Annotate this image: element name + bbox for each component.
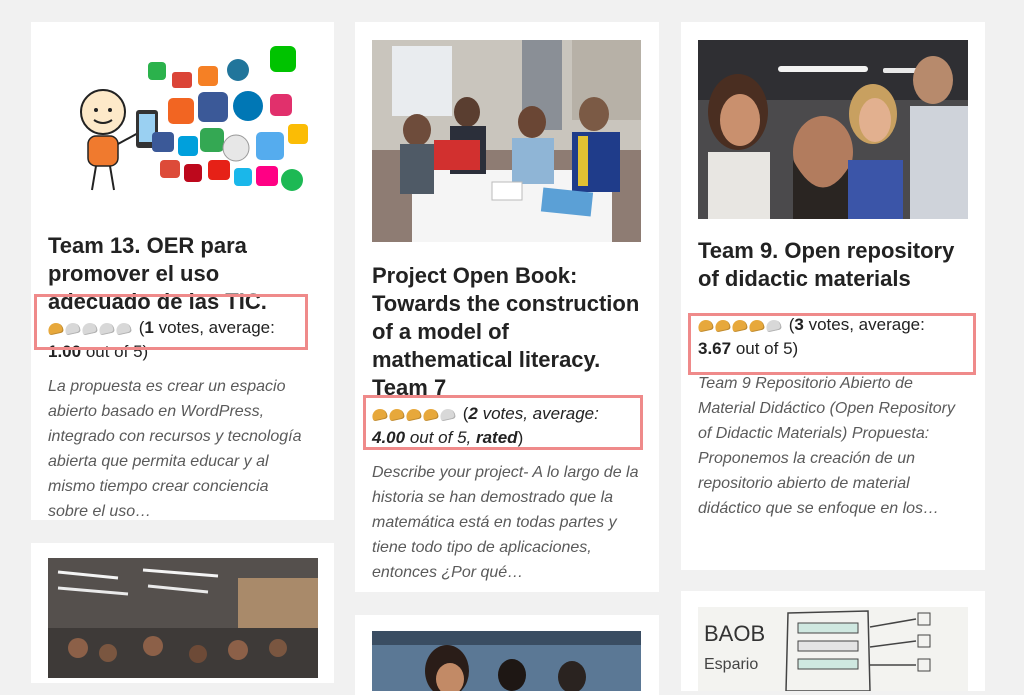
rating-star-icon[interactable] xyxy=(697,318,714,333)
rating-star-icon[interactable] xyxy=(371,407,388,422)
social-media-illustration xyxy=(80,46,308,191)
rating-star-icon[interactable] xyxy=(98,321,115,336)
rating-average: 3.67 xyxy=(698,339,732,358)
rating-votes: 2 xyxy=(468,404,478,423)
rating-votes-label: votes, average: xyxy=(803,315,925,334)
post-thumbnail-team9-selfie[interactable] xyxy=(698,40,968,219)
post-excerpt: Team 9 Repositorio Abierto de Material D… xyxy=(698,375,955,517)
rating-votes-label: votes, average: xyxy=(477,404,599,423)
team-photo-meeting xyxy=(372,40,641,242)
rating-rated-label: rated xyxy=(475,428,518,447)
rating-star-icon[interactable] xyxy=(81,321,98,336)
post-card-bottom-1 xyxy=(31,543,334,683)
rating-close-paren: ) xyxy=(517,428,524,447)
rating-star-icon[interactable] xyxy=(115,321,132,336)
team-selfie-photo xyxy=(698,40,968,219)
rating-out-of: out of 5) xyxy=(731,339,799,358)
rating-votes: 1 xyxy=(144,318,154,337)
rating-out-of: out of 5, xyxy=(405,428,476,447)
post-card-bottom-3: BAOB Espario xyxy=(681,591,985,691)
rating-star-icon[interactable] xyxy=(388,407,405,422)
rating-star-icon[interactable] xyxy=(714,318,731,333)
post-thumbnail-social-media[interactable] xyxy=(48,40,317,210)
rating-star-icon[interactable] xyxy=(422,407,439,422)
post-thumbnail-sketch[interactable]: BAOB Espario xyxy=(698,607,968,691)
rating-star-icon[interactable] xyxy=(64,321,81,336)
rating-average: 1.00 xyxy=(48,342,82,361)
post-title[interactable]: Team 9. Open repository of didactic mate… xyxy=(698,237,968,313)
post-excerpt: La propuesta es crear un espacio abierto… xyxy=(48,378,302,520)
post-thumbnail-auditorium[interactable] xyxy=(48,558,318,678)
rating-star-icon[interactable] xyxy=(47,321,64,336)
rating-average: 4.00 xyxy=(372,428,406,447)
group-photo xyxy=(372,631,641,691)
rating-widget: (1 votes, average: 1.00 out of 5) xyxy=(47,316,317,364)
hand-drawn-sketch: BAOB Espario xyxy=(704,610,931,691)
post-card-bottom-2 xyxy=(355,615,659,695)
rating-stars[interactable] xyxy=(371,407,456,422)
rating-star-icon[interactable] xyxy=(731,318,748,333)
rating-star-icon[interactable] xyxy=(765,318,782,333)
rating-star-icon[interactable] xyxy=(439,407,456,422)
post-card-team7: Project Open Book: Towards the construct… xyxy=(355,22,659,592)
rating-votes: 3 xyxy=(794,315,804,334)
rating-star-icon[interactable] xyxy=(748,318,765,333)
post-card-team13: Team 13. OER para promover el uso adecua… xyxy=(31,22,334,520)
rating-out-of: out of 5) xyxy=(81,342,149,361)
rating-stars[interactable] xyxy=(697,318,782,333)
auditorium-photo xyxy=(48,558,318,678)
post-excerpt: Describe your project- A lo largo de la … xyxy=(372,464,639,581)
sketch-text-espario: Espario xyxy=(704,656,758,673)
post-thumbnail-group-photo[interactable] xyxy=(372,631,641,691)
sketch-text-baob: BAOB xyxy=(704,621,765,646)
rating-votes-label: votes, average: xyxy=(153,318,275,337)
rating-widget: (3 votes, average: 3.67 out of 5) xyxy=(697,313,968,361)
post-title[interactable]: Team 13. OER para promover el uso adecua… xyxy=(48,232,317,316)
rating-star-icon[interactable] xyxy=(405,407,422,422)
rating-stars[interactable] xyxy=(47,321,132,336)
rating-widget: (2 votes, average: 4.00 out of 5, rated) xyxy=(371,402,642,450)
post-thumbnail-team7-photo[interactable] xyxy=(372,40,641,242)
post-title[interactable]: Project Open Book: Towards the construct… xyxy=(372,262,641,402)
post-card-team9: Team 9. Open repository of didactic mate… xyxy=(681,22,985,570)
